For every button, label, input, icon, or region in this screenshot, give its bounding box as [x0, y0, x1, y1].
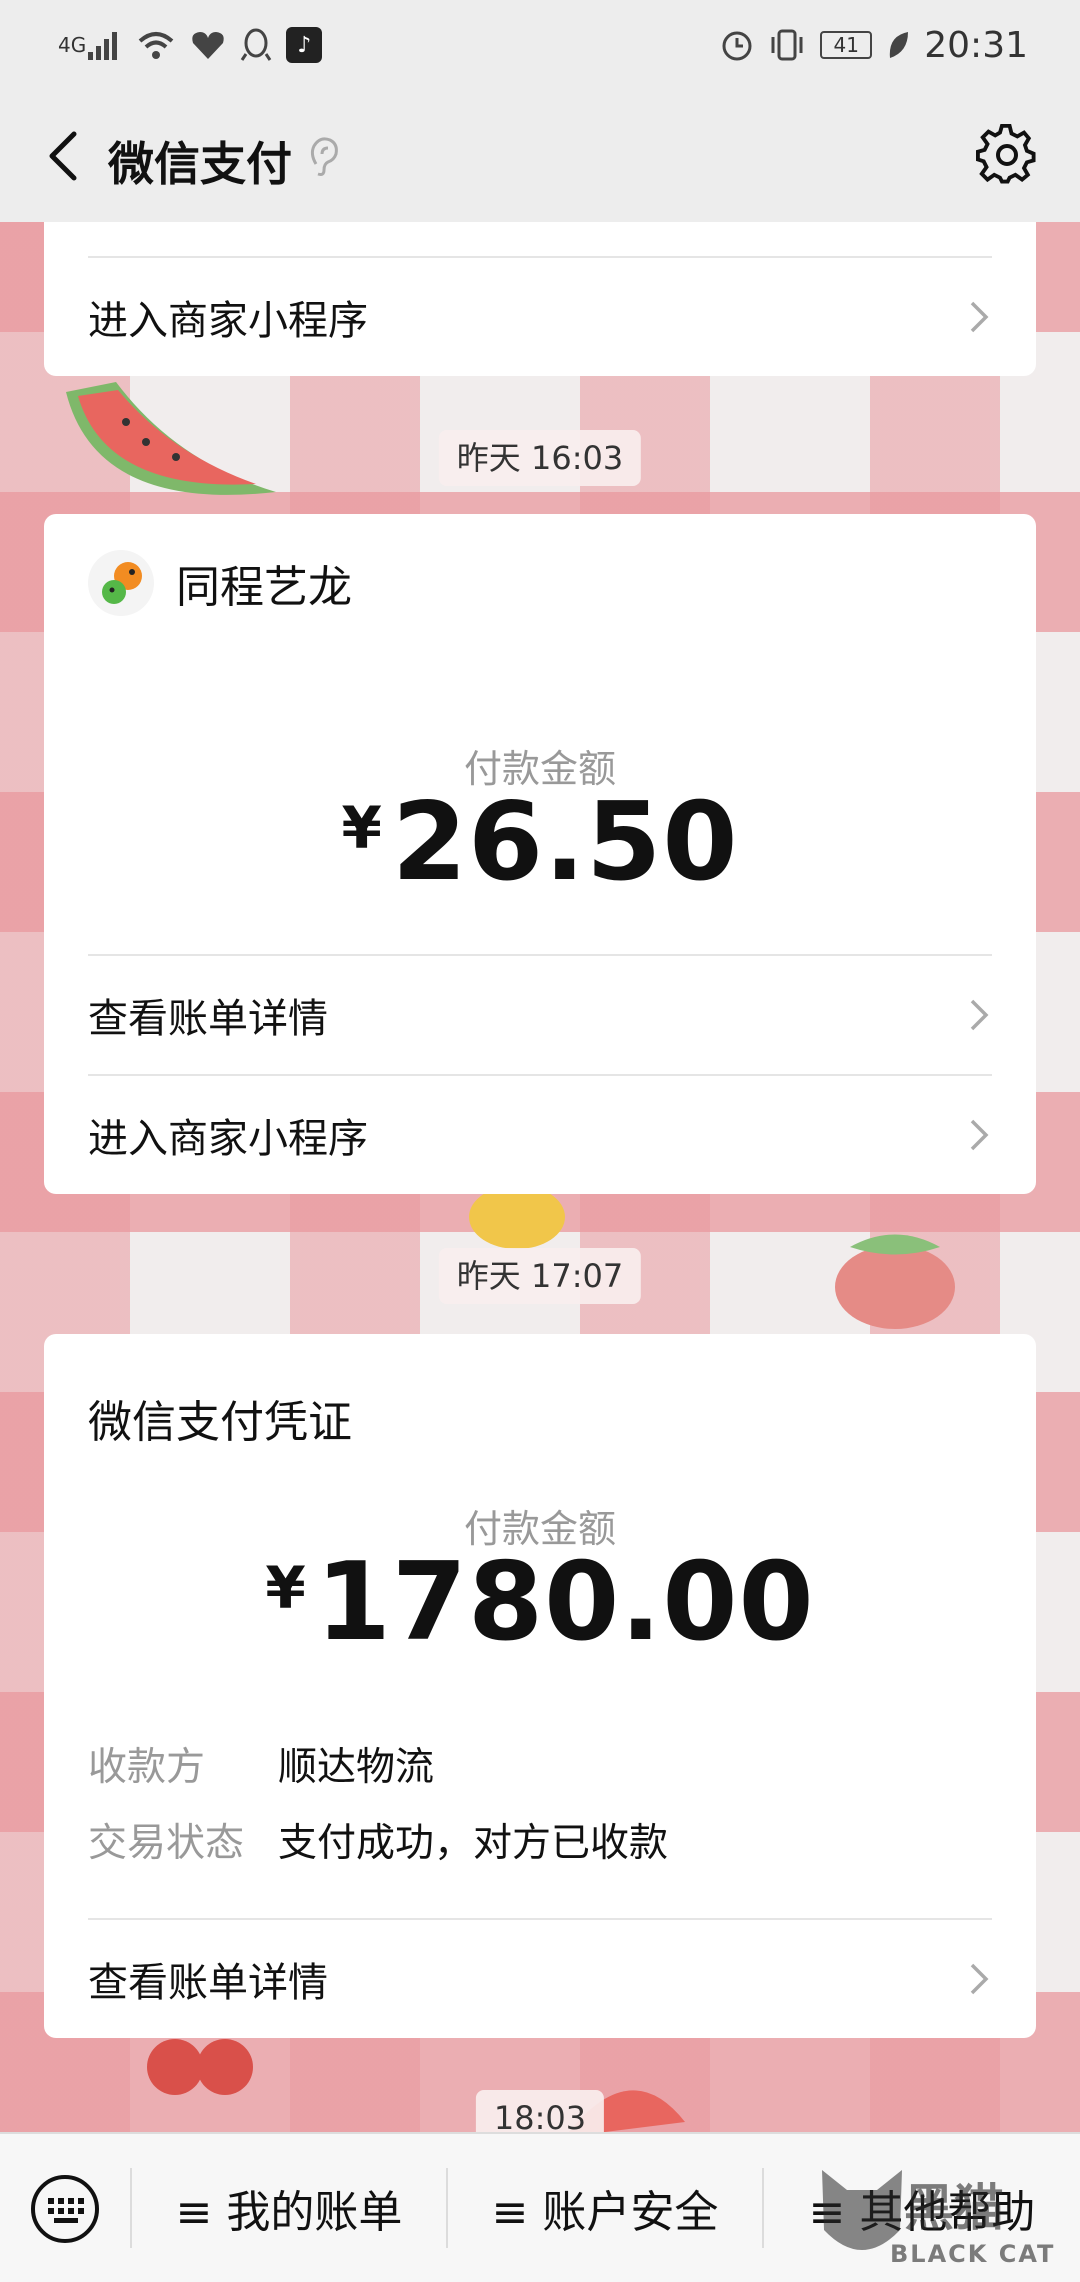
menu-my-bills[interactable]: ≡ 我的账单	[132, 2134, 446, 2282]
chevron-right-icon	[970, 301, 989, 333]
network-type: 4G	[58, 33, 87, 57]
payment-amount: ¥26.50	[44, 780, 1036, 905]
back-arrow-icon[interactable]	[36, 126, 96, 186]
mini-program-row[interactable]: 进入商家小程序	[88, 258, 992, 376]
currency-symbol: ¥	[265, 1554, 306, 1622]
payment-voucher-card: 微信支付凭证 付款金额 ¥1780.00 收款方 顺达物流 交易状态 支付成功，…	[44, 1334, 1036, 2038]
settings-gear-icon[interactable]	[976, 124, 1038, 186]
signal-icon: 4G	[58, 30, 122, 60]
payee-value: 顺达物流	[278, 1745, 435, 1790]
keyboard-icon[interactable]	[30, 2174, 100, 2244]
mini-program-label: 进入商家小程序	[88, 298, 368, 344]
payment-amount: ¥1780.00	[44, 1540, 1036, 1665]
leaf-icon	[886, 30, 910, 60]
bill-details-row[interactable]: 查看账单详情	[88, 956, 992, 1074]
payee-row: 收款方 顺达物流	[88, 1736, 434, 1792]
menu-other-help[interactable]: ≡ 其他帮助	[764, 2134, 1080, 2282]
bottom-menu-bar: ≡ 我的账单 ≡ 账户安全 ≡ 其他帮助	[0, 2132, 1080, 2282]
amount-value: 26.50	[391, 780, 739, 905]
merchant-header: 同程艺龙	[88, 550, 352, 616]
currency-symbol: ¥	[341, 794, 382, 862]
merchant-name: 同程艺龙	[176, 562, 352, 613]
wifi-icon	[136, 29, 176, 61]
watermelon-decoration	[66, 382, 276, 495]
qq-icon	[240, 28, 272, 62]
alarm-icon	[720, 28, 754, 62]
chevron-right-icon	[970, 1963, 989, 1995]
merchant-logo-icon	[88, 550, 154, 616]
status-row: 交易状态 支付成功，对方已收款	[88, 1812, 668, 1868]
clock-time: 20:31	[924, 24, 1028, 66]
bill-details-label: 查看账单详情	[88, 1960, 328, 2006]
ear-icon	[310, 137, 338, 176]
payee-key: 收款方	[88, 1745, 206, 1790]
title-bar: 微信支付	[0, 90, 1080, 222]
voucher-title: 微信支付凭证	[88, 1397, 352, 1448]
health-icon	[190, 29, 226, 61]
payment-card-tongcheng: 同程艺龙 付款金额 ¥26.50 查看账单详情 进入商家小程序	[44, 514, 1036, 1194]
bill-details-label: 查看账单详情	[88, 996, 328, 1042]
payment-card-previous: 进入商家小程序	[44, 222, 1036, 376]
tiktok-icon: ♪	[286, 27, 323, 63]
chevron-right-icon	[970, 999, 989, 1031]
strawberry-decoration	[835, 1234, 955, 1329]
menu-account-security[interactable]: ≡ 账户安全	[448, 2134, 762, 2282]
page-title: 微信支付	[108, 137, 292, 191]
bill-details-row[interactable]: 查看账单详情	[88, 1920, 992, 2038]
timestamp: 昨天 17:07	[438, 1248, 642, 1304]
amount-value: 1780.00	[315, 1540, 815, 1665]
vibrate-icon	[768, 28, 806, 62]
status-value: 支付成功，对方已收款	[278, 1821, 669, 1866]
mini-program-label: 进入商家小程序	[88, 1116, 368, 1162]
status-bar: 4G ♪ 41 20:31	[0, 0, 1080, 90]
chevron-right-icon	[970, 1119, 989, 1151]
battery-icon: 41	[820, 31, 873, 59]
status-key: 交易状态	[88, 1821, 245, 1866]
mini-program-row[interactable]: 进入商家小程序	[88, 1076, 992, 1194]
timestamp: 昨天 16:03	[438, 430, 642, 486]
